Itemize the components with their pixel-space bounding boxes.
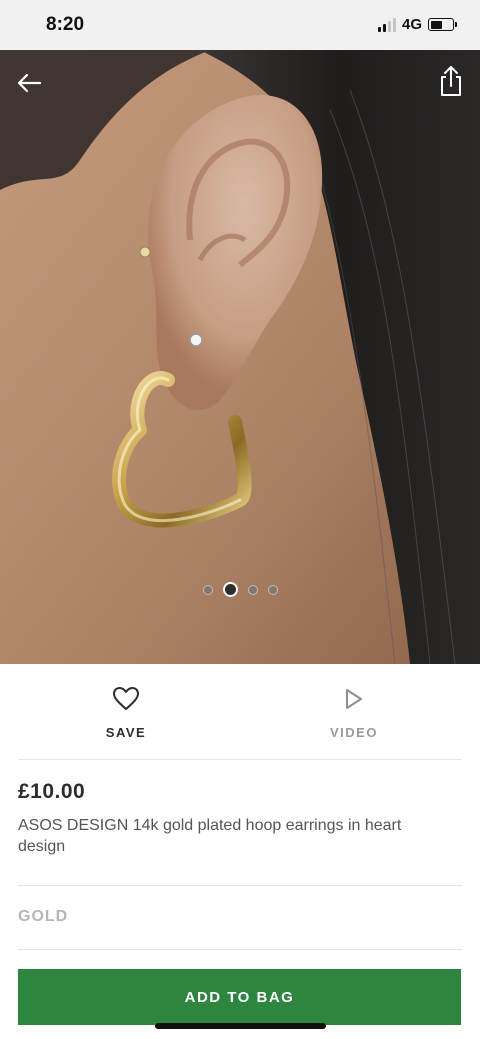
- product-title: ASOS DESIGN 14k gold plated hoop earring…: [18, 817, 402, 855]
- play-icon: [346, 689, 362, 709]
- back-button[interactable]: [14, 68, 44, 98]
- status-time: 8:20: [46, 14, 85, 35]
- home-indicator: [155, 1023, 326, 1029]
- divider: [18, 949, 462, 950]
- video-button[interactable]: VIDEO: [294, 664, 414, 759]
- carousel-dot[interactable]: [202, 584, 213, 595]
- product-photo: [0, 50, 480, 664]
- carousel-dot[interactable]: [267, 584, 278, 595]
- product-price: £10.00: [18, 780, 86, 803]
- carousel-dot-active[interactable]: [222, 582, 238, 597]
- carousel-indicators: [0, 582, 480, 597]
- share-button[interactable]: [436, 64, 466, 98]
- video-label: VIDEO: [330, 725, 378, 740]
- divider: [18, 885, 462, 886]
- signal-icon: [377, 17, 396, 32]
- add-to-bag-button[interactable]: ADD TO BAG: [18, 969, 461, 1025]
- carousel-dot[interactable]: [247, 584, 258, 595]
- heart-icon: [113, 687, 139, 710]
- share-icon: [441, 66, 461, 96]
- status-bar: 8:20 4G: [0, 0, 480, 50]
- battery-icon: [428, 18, 457, 31]
- save-button[interactable]: SAVE: [66, 664, 186, 759]
- product-image-carousel[interactable]: [0, 50, 480, 664]
- back-arrow-icon: [17, 73, 42, 93]
- status-indicators: 4G: [377, 16, 457, 33]
- save-label: SAVE: [105, 725, 147, 740]
- divider: [18, 759, 462, 760]
- product-actions: SAVE VIDEO: [0, 664, 480, 759]
- colour-selector[interactable]: GOLD: [18, 908, 68, 926]
- network-type: 4G: [401, 16, 422, 33]
